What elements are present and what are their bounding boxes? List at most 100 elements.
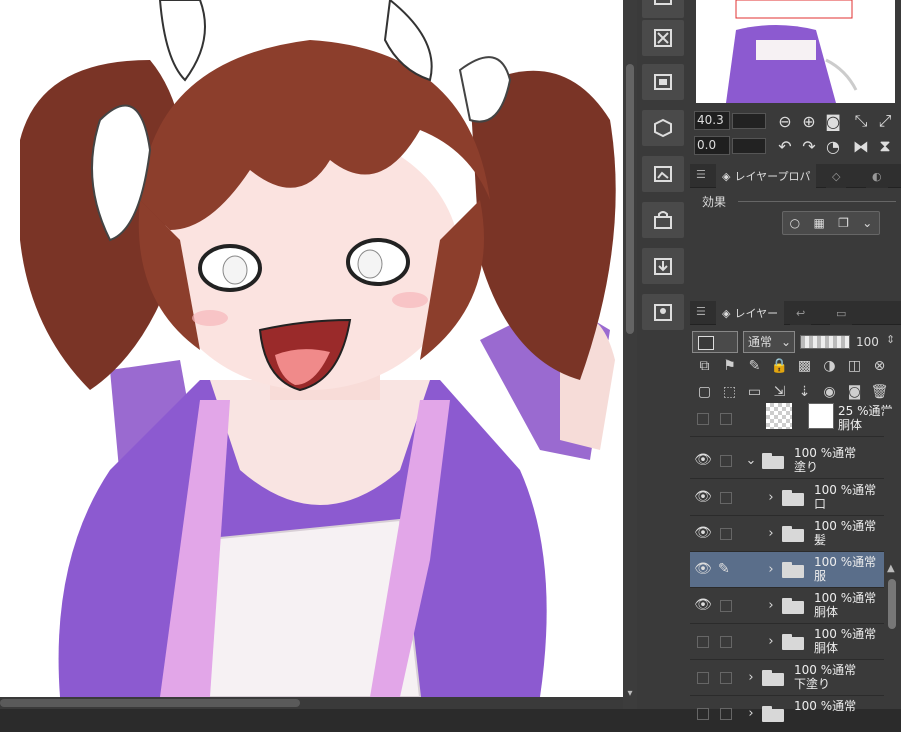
layer-lock-toggle[interactable] <box>720 528 732 540</box>
layer-ref-icon[interactable] <box>642 294 684 330</box>
chevron-down-icon[interactable]: ⌄ <box>744 453 758 468</box>
chevron-right-icon[interactable]: › <box>764 598 778 613</box>
opacity-value[interactable]: 100 <box>856 335 879 349</box>
layer-lock-toggle[interactable] <box>720 708 732 720</box>
visibility-toggle[interactable] <box>697 708 709 720</box>
eye-icon[interactable]: 👁 <box>694 561 712 579</box>
cube-icon[interactable] <box>642 110 684 146</box>
visibility-toggle[interactable] <box>697 636 709 648</box>
layer-row[interactable]: 👁 › 100 %通常 胴体 <box>690 588 886 624</box>
layer-row[interactable]: 👁 ⌄ 100 %通常 塗り <box>690 443 886 479</box>
rotate-input[interactable]: 0.0 <box>694 136 730 155</box>
ruler-icon[interactable]: ◫ <box>844 355 865 376</box>
chevron-right-icon[interactable]: › <box>764 490 778 505</box>
trash-icon[interactable]: 🗑 <box>869 381 890 402</box>
image-2-icon[interactable] <box>642 156 684 192</box>
layer-opacity-blend: 100 %通常 <box>794 699 857 713</box>
tab-animation[interactable]: ▭ <box>830 301 853 325</box>
layer-lock-toggle[interactable] <box>720 636 732 648</box>
canvas-horizontal-scrollbar[interactable] <box>0 697 623 709</box>
layer-row[interactable]: › 100 %通常 <box>690 696 886 732</box>
rotate-left-icon[interactable]: ↶ <box>774 135 796 157</box>
panel-icon[interactable] <box>642 0 684 18</box>
lock-icon[interactable]: 🔒 <box>769 355 790 376</box>
chevron-right-icon[interactable]: › <box>744 706 758 721</box>
zoom-slider[interactable] <box>732 113 766 129</box>
layer-color-icon[interactable]: ❐ <box>838 216 849 230</box>
visibility-toggle[interactable] <box>697 672 709 684</box>
layer-row[interactable]: 👁 › 100 %通常口 <box>690 480 886 516</box>
rotate-right-icon[interactable]: ↷ <box>798 135 820 157</box>
navigator-preview[interactable] <box>696 0 895 103</box>
opacity-stepper-icon[interactable]: ⇕ <box>886 333 895 346</box>
scroll-up-icon[interactable]: ▲ <box>887 563 895 574</box>
draft-icon[interactable]: ✎ <box>744 355 765 376</box>
layer-scroll-thumb[interactable] <box>888 579 896 629</box>
image-icon[interactable] <box>642 64 684 100</box>
menu-icon[interactable]: ☰ <box>696 305 706 318</box>
circle-icon[interactable]: ○ <box>790 216 800 230</box>
canvas-vertical-scrollbar[interactable]: ▾ <box>623 0 637 709</box>
tone-icon[interactable]: ▦ <box>813 216 824 230</box>
tab-3[interactable]: ◐ <box>866 164 888 188</box>
visibility-toggle[interactable] <box>697 413 709 425</box>
mask-show-icon[interactable]: ⊗ <box>869 355 890 376</box>
layer-lock-toggle[interactable] <box>720 455 732 467</box>
layer-lock-toggle[interactable] <box>720 413 732 425</box>
tab-layer[interactable]: ◈ レイヤー <box>716 301 785 325</box>
transfer-down-icon[interactable]: ⇲ <box>769 381 790 402</box>
reference-icon[interactable]: ⚑ <box>719 355 740 376</box>
tab-layer-property[interactable]: ◈ レイヤープロパ <box>716 164 817 188</box>
lock-transparent-icon[interactable]: ▩ <box>794 355 815 376</box>
zoom-input[interactable]: 40.3 <box>694 111 730 130</box>
blend-mode-select[interactable]: 通常 ⌄ <box>743 331 795 353</box>
eye-icon[interactable]: 👁 <box>694 597 712 615</box>
tab-2[interactable]: ◇ <box>826 164 847 188</box>
layer-row[interactable]: › 100 %通常 下塗り <box>690 660 886 696</box>
clip-icon[interactable]: ⧉ <box>694 355 715 376</box>
rotate-slider[interactable] <box>732 138 766 154</box>
eye-icon[interactable]: 👁 <box>694 452 712 470</box>
layer-row[interactable]: 👁 ✎ › 100 %通常服 <box>690 552 886 588</box>
chevron-right-icon[interactable]: › <box>764 526 778 541</box>
layer-row[interactable]: 25 %通常 胴体 <box>690 401 893 437</box>
layer-row[interactable]: › 100 %通常 胴体 <box>690 624 886 660</box>
chevron-right-icon[interactable]: › <box>744 670 758 685</box>
scroll-down-icon[interactable]: ▾ <box>624 689 636 699</box>
import-icon[interactable] <box>642 248 684 284</box>
zoom-out-icon[interactable]: ⊖ <box>774 110 796 132</box>
zoom-in-icon[interactable]: ⊕ <box>798 110 820 132</box>
chevron-right-icon[interactable]: › <box>764 634 778 649</box>
new-vector-layer-icon[interactable]: ⬚ <box>719 381 740 402</box>
eye-icon[interactable]: 👁 <box>694 525 712 543</box>
layer-lock-toggle[interactable] <box>720 672 732 684</box>
flip-vertical-icon[interactable]: ⧗ <box>874 135 896 157</box>
chevron-down-icon[interactable]: ⌄ <box>862 216 872 230</box>
create-mask-icon[interactable]: ◉ <box>819 381 840 402</box>
fit-icon[interactable]: ◙ <box>822 110 844 132</box>
opacity-slider[interactable] <box>800 335 850 349</box>
layer-lock-toggle[interactable] <box>720 600 732 612</box>
actual-size-icon[interactable]: ⤢ <box>874 110 896 132</box>
flip-horizontal-icon[interactable]: ⧓ <box>850 135 872 157</box>
layer-row[interactable]: 👁 › 100 %通常髪 <box>690 516 886 552</box>
scroll-thumb[interactable] <box>626 64 634 334</box>
layer-scrollbar[interactable]: ▲ <box>884 409 901 709</box>
close-panel-icon[interactable] <box>642 20 684 56</box>
mask-enable-icon[interactable]: ◑ <box>819 355 840 376</box>
fit-window-icon[interactable]: ⤡ <box>850 110 872 132</box>
menu-icon[interactable]: ☰ <box>696 168 706 181</box>
new-folder-icon[interactable]: ▭ <box>744 381 765 402</box>
apply-mask-icon[interactable]: ◙ <box>844 381 865 402</box>
chevron-right-icon[interactable]: › <box>764 562 778 577</box>
lock-image-icon[interactable] <box>642 202 684 238</box>
tab-history[interactable]: ↩ <box>790 301 812 325</box>
layer-color-select[interactable] <box>692 331 738 353</box>
eye-icon[interactable]: 👁 <box>694 489 712 507</box>
drawing-canvas[interactable] <box>0 0 623 697</box>
merge-down-icon[interactable]: ⇣ <box>794 381 815 402</box>
reset-rotation-icon[interactable]: ◔ <box>822 135 844 157</box>
new-raster-layer-icon[interactable]: ▢ <box>694 381 715 402</box>
layer-lock-toggle[interactable] <box>720 492 732 504</box>
effect-options[interactable]: ○ ▦ ❐ ⌄ <box>782 211 880 235</box>
